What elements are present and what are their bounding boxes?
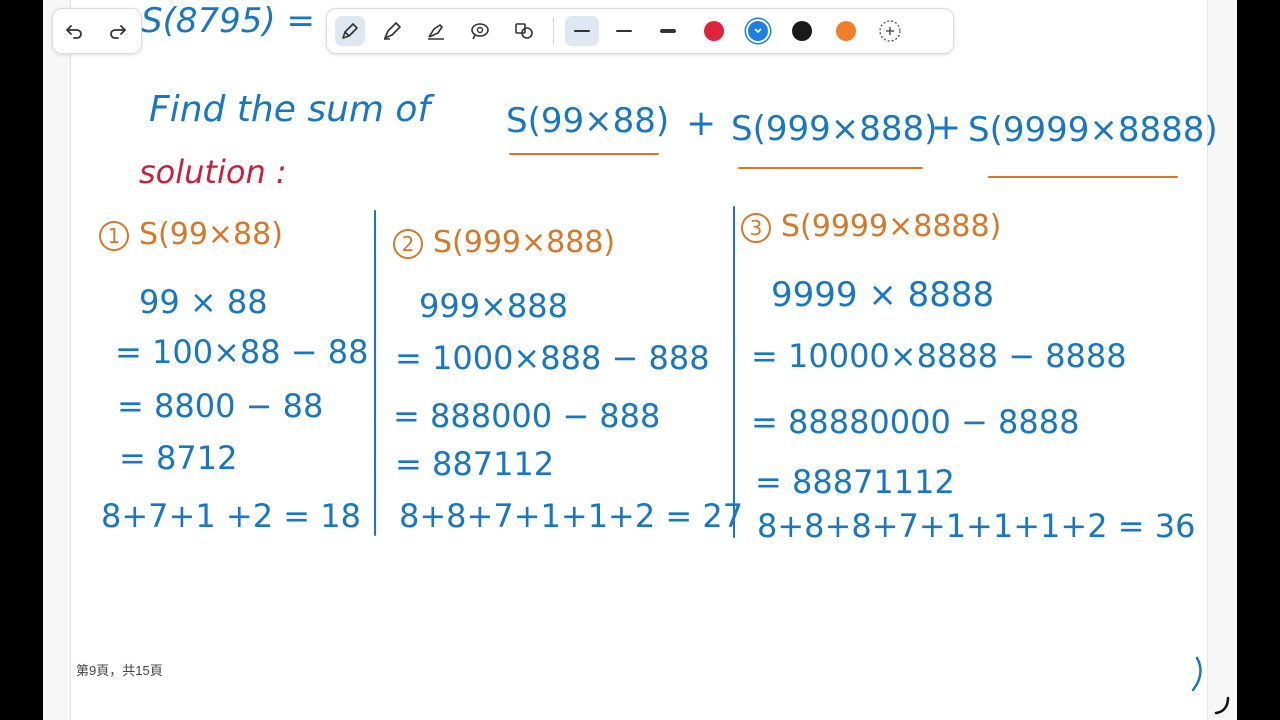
col2-heading: 2 S(999×888) bbox=[393, 228, 615, 259]
toolbar-separator bbox=[553, 17, 554, 45]
solution-label: solution : bbox=[139, 153, 287, 191]
col3-line-4: = 88871112 bbox=[755, 463, 955, 501]
term-2-underline bbox=[738, 167, 923, 169]
resize-corner-icon[interactable] bbox=[1212, 696, 1232, 716]
color-orange-button[interactable] bbox=[831, 16, 861, 46]
stroke-medium-icon bbox=[616, 29, 632, 33]
column-divider-1 bbox=[374, 210, 376, 536]
stray-ink-mark bbox=[1191, 656, 1202, 692]
add-color-icon[interactable] bbox=[875, 16, 905, 46]
color-red-button[interactable] bbox=[699, 16, 729, 46]
redo-icon[interactable] bbox=[103, 16, 133, 46]
col1-number: 1 bbox=[99, 220, 129, 251]
note-sheet[interactable]: S(8795) = ... Find the sum of S(99×88) +… bbox=[70, 0, 1218, 720]
col1-line-4: = 8712 bbox=[119, 439, 238, 477]
pencil-icon[interactable] bbox=[377, 16, 407, 46]
col2-number: 2 bbox=[393, 228, 423, 259]
col2-line-3: = 888000 − 888 bbox=[393, 397, 661, 435]
column-divider-2 bbox=[733, 206, 735, 538]
col3-line-1: 9999 × 8888 bbox=[771, 275, 995, 315]
color-orange-swatch bbox=[836, 21, 856, 41]
plus-sign-2: + bbox=[931, 107, 962, 148]
col1-line-3: = 8800 − 88 bbox=[117, 387, 324, 425]
col3-line-3: = 88880000 − 8888 bbox=[751, 403, 1080, 441]
col1-line-2: = 100×88 − 88 bbox=[115, 333, 369, 371]
col3-heading: 3 S(9999×8888) bbox=[741, 212, 1001, 243]
color-black-button[interactable] bbox=[787, 16, 817, 46]
lasso-icon[interactable] bbox=[465, 16, 495, 46]
drawing-toolbar bbox=[326, 8, 954, 54]
color-blue-button[interactable] bbox=[743, 16, 773, 46]
plus-sign-1: + bbox=[686, 103, 717, 144]
undo-icon[interactable] bbox=[59, 16, 89, 46]
col3-line-2: = 10000×8888 − 8888 bbox=[751, 337, 1127, 375]
col3-head-text: S(9999×8888) bbox=[781, 209, 1002, 244]
color-blue-swatch bbox=[748, 21, 768, 41]
problem-title-prefix: Find the sum of bbox=[149, 89, 431, 130]
stroke-thick-button[interactable] bbox=[653, 16, 683, 46]
col2-line-4: = 887112 bbox=[395, 445, 555, 483]
col1-digit-sum: 8+7+1 +2 = 18 bbox=[101, 497, 361, 535]
page-indicator: 第9頁，共15頁 bbox=[74, 658, 165, 681]
pen-icon[interactable] bbox=[335, 16, 365, 46]
chevron-down-icon bbox=[754, 28, 762, 34]
stroke-thin-button[interactable] bbox=[565, 16, 599, 46]
problem-term-2: S(999×888) bbox=[731, 109, 938, 149]
col1-heading: 1 S(99×88) bbox=[99, 220, 283, 251]
term-3-underline bbox=[988, 176, 1178, 178]
problem-term-3: S(9999×8888) bbox=[968, 110, 1218, 150]
term-1-underline bbox=[509, 153, 659, 155]
col1-line-1: 99 × 88 bbox=[139, 283, 268, 321]
col2-head-text: S(999×888) bbox=[433, 225, 616, 260]
col2-digit-sum: 8+8+7+1+1+2 = 27 bbox=[399, 497, 744, 535]
shapes-icon[interactable] bbox=[509, 16, 539, 46]
color-red-swatch bbox=[704, 21, 724, 41]
color-black-swatch bbox=[792, 21, 812, 41]
stroke-thick-icon bbox=[660, 29, 676, 33]
stroke-thin-icon bbox=[574, 30, 590, 32]
problem-term-1: S(99×88) bbox=[506, 101, 670, 141]
col1-head-text: S(99×88) bbox=[139, 217, 283, 252]
highlighter-icon[interactable] bbox=[421, 16, 451, 46]
note-page-background: S(8795) = ... Find the sum of S(99×88) +… bbox=[43, 0, 1237, 720]
stroke-medium-button[interactable] bbox=[609, 16, 639, 46]
undo-redo-bar bbox=[52, 8, 142, 54]
col3-number: 3 bbox=[741, 212, 771, 243]
col2-line-1: 999×888 bbox=[419, 287, 568, 325]
col3-digit-sum: 8+8+8+7+1+1+1+2 = 36 bbox=[757, 507, 1196, 545]
col2-line-2: = 1000×888 − 888 bbox=[395, 339, 710, 377]
